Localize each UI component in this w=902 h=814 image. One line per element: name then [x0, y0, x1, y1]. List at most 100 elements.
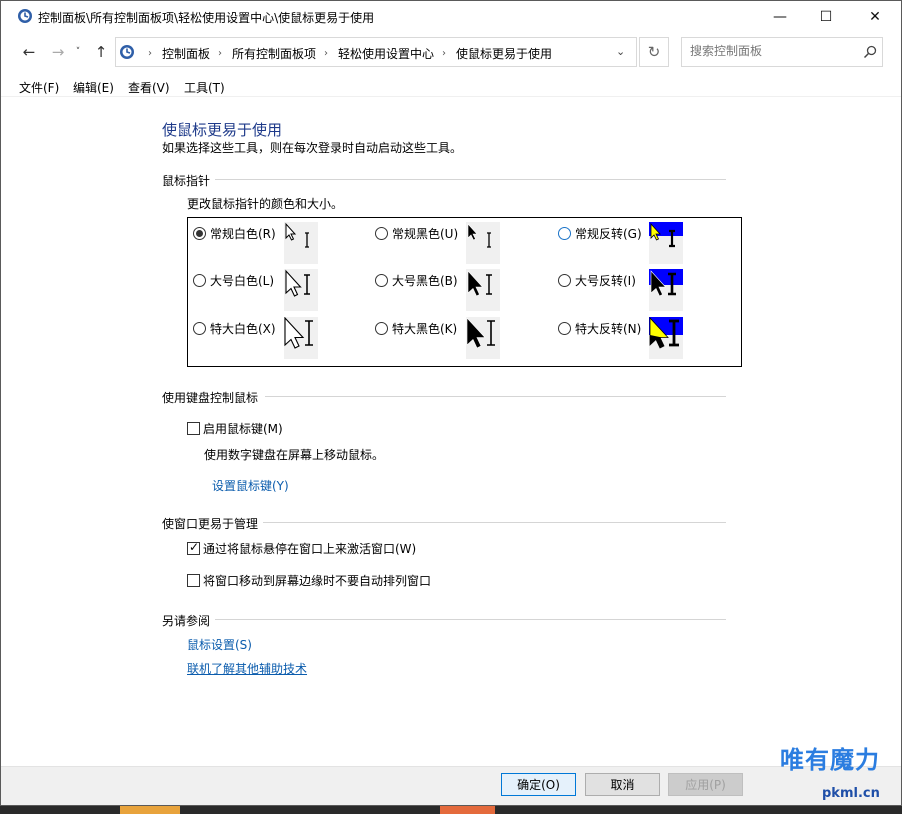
pointer-white-icon: [284, 316, 313, 349]
pointer-black-icon: [467, 270, 492, 297]
cursor-preview-large-inverse: [649, 269, 683, 311]
navigation-bar: ← → ˅ ↑ › 控制面板 › 所有控制面板项 › 轻松使用设置中心 › 使鼠…: [1, 34, 901, 70]
close-button[interactable]: ✕: [849, 1, 901, 32]
radio-label: 大号反转(I): [575, 274, 636, 288]
watermark-url: pkml.cn: [822, 786, 880, 801]
control-panel-icon: [120, 45, 134, 59]
breadcrumb: › 控制面板 › 所有控制面板项 › 轻松使用设置中心 › 使鼠标更易于使用: [140, 45, 552, 62]
cursor-preview-large-black: [466, 269, 500, 311]
breadcrumb-mouse-easier[interactable]: 使鼠标更易于使用: [456, 45, 552, 62]
window-title: 控制面板\所有控制面板项\轻松使用设置中心\使鼠标更易于使用: [38, 11, 375, 25]
radio-button[interactable]: [375, 274, 388, 287]
online-assistive-tech-link[interactable]: 联机了解其他辅助技术: [187, 660, 307, 677]
title-bar[interactable]: 控制面板\所有控制面板项\轻松使用设置中心\使鼠标更易于使用 — ☐ ✕: [1, 1, 901, 32]
pointer-white-icon: [285, 269, 310, 297]
radio-label: 大号黑色(B): [392, 274, 458, 288]
breadcrumb-separator-icon[interactable]: ›: [442, 48, 446, 59]
pointer-options-box: 常规白色(R) 常规黑色(U) 常规反转(G) 大号白色(L) 大号黑色(B) …: [187, 217, 742, 367]
radio-button[interactable]: [558, 227, 571, 240]
address-dropdown-icon[interactable]: ⌄: [616, 45, 625, 58]
cursor-preview-xl-inverse: [649, 316, 683, 359]
breadcrumb-separator-icon[interactable]: ›: [324, 48, 328, 59]
windows-group-header: 使窗口更易于管理: [162, 517, 259, 531]
forward-button[interactable]: →: [48, 42, 68, 62]
pointer-inverse-icon: [649, 222, 683, 264]
cancel-button[interactable]: 取消: [585, 773, 660, 796]
divider: [215, 619, 726, 620]
menu-view[interactable]: 查看(V): [128, 79, 170, 96]
up-button[interactable]: ↑: [91, 42, 111, 62]
breadcrumb-control-panel[interactable]: 控制面板: [162, 45, 210, 62]
cursor-preview-xl-black: [466, 317, 500, 359]
apply-button[interactable]: 应用(P): [668, 773, 743, 796]
search-icon[interactable]: [862, 44, 878, 60]
control-panel-icon: [18, 9, 32, 23]
menu-tools[interactable]: 工具(T): [184, 79, 225, 96]
pointer-group-header: 鼠标指针: [162, 174, 211, 188]
mouse-settings-link[interactable]: 鼠标设置(S): [187, 636, 252, 653]
menu-bar: 文件(F) 编辑(E) 查看(V) 工具(T): [1, 75, 901, 97]
divider: [215, 179, 726, 180]
menu-file[interactable]: 文件(F): [19, 79, 59, 96]
pointer-black-icon: [467, 223, 491, 248]
enable-mouse-keys-checkbox[interactable]: [187, 422, 200, 435]
prevent-snap-checkbox[interactable]: [187, 574, 200, 587]
breadcrumb-separator-icon[interactable]: ›: [218, 48, 222, 59]
radio-button[interactable]: [193, 322, 206, 335]
radio-label: 常规反转(G): [575, 227, 642, 241]
refresh-button[interactable]: ↻: [639, 37, 669, 67]
breadcrumb-ease-of-access[interactable]: 轻松使用设置中心: [338, 45, 434, 62]
pointer-white-icon: [285, 222, 309, 248]
mouse-keys-description: 使用数字键盘在屏幕上移动鼠标。: [204, 448, 385, 462]
radio-label: 大号白色(L): [210, 274, 275, 288]
recent-locations-button[interactable]: ˅: [71, 42, 85, 62]
cursor-preview-large-white: [284, 269, 318, 311]
radio-label: 特大反转(N): [575, 322, 642, 336]
radio-regular-inverse[interactable]: 常规反转(G): [558, 225, 642, 242]
keyboard-group-header: 使用键盘控制鼠标: [162, 391, 259, 405]
radio-button[interactable]: [558, 322, 571, 335]
see-also-header: 另请参阅: [162, 614, 211, 628]
breadcrumb-separator-icon[interactable]: ›: [148, 48, 152, 59]
radio-large-black[interactable]: 大号黑色(B): [375, 272, 458, 289]
radio-large-inverse[interactable]: 大号反转(I): [558, 272, 636, 289]
radio-button[interactable]: [558, 274, 571, 287]
back-button[interactable]: ←: [19, 42, 39, 62]
radio-label: 特大白色(X): [210, 322, 276, 336]
setup-mouse-keys-link[interactable]: 设置鼠标键(Y): [212, 477, 289, 494]
page-subtitle: 如果选择这些工具，则在每次登录时自动启动这些工具。: [162, 141, 463, 155]
radio-label: 常规黑色(U): [392, 227, 459, 241]
breadcrumb-all-items[interactable]: 所有控制面板项: [232, 45, 316, 62]
ok-button[interactable]: 确定(O): [501, 773, 576, 796]
hover-activate-option[interactable]: 通过将鼠标悬停在窗口上来激活窗口(W): [187, 540, 416, 557]
radio-extra-large-white[interactable]: 特大白色(X): [193, 320, 276, 337]
radio-button[interactable]: [375, 227, 388, 240]
radio-button[interactable]: [193, 274, 206, 287]
pointer-description: 更改鼠标指针的颜色和大小。: [187, 197, 344, 211]
pointer-inverse-icon: [649, 270, 683, 311]
radio-button[interactable]: [193, 227, 206, 240]
search-box[interactable]: [681, 37, 883, 67]
enable-mouse-keys-option[interactable]: 启用鼠标键(M): [187, 420, 283, 437]
cursor-preview-xl-white: [284, 316, 318, 359]
pointer-inverse-icon: [649, 316, 683, 359]
address-bar[interactable]: › 控制面板 › 所有控制面板项 › 轻松使用设置中心 › 使鼠标更易于使用 ⌄: [115, 37, 637, 67]
radio-label: 常规白色(R): [210, 227, 276, 241]
watermark-logo: 唯有魔力: [780, 746, 880, 774]
dialog-footer: 确定(O) 取消 应用(P): [1, 766, 901, 805]
page-title: 使鼠标更易于使用: [162, 121, 283, 139]
control-panel-window: 控制面板\所有控制面板项\轻松使用设置中心\使鼠标更易于使用 — ☐ ✕ ← →…: [0, 0, 902, 806]
radio-extra-large-inverse[interactable]: 特大反转(N): [558, 320, 641, 337]
menu-edit[interactable]: 编辑(E): [73, 79, 114, 96]
maximize-button[interactable]: ☐: [803, 1, 849, 32]
minimize-button[interactable]: —: [757, 1, 803, 32]
prevent-snap-option[interactable]: 将窗口移动到屏幕边缘时不要自动排列窗口: [187, 572, 431, 589]
radio-button[interactable]: [375, 322, 388, 335]
radio-regular-white[interactable]: 常规白色(R): [193, 225, 276, 242]
search-input[interactable]: [690, 44, 850, 58]
radio-large-white[interactable]: 大号白色(L): [193, 272, 274, 289]
radio-extra-large-black[interactable]: 特大黑色(K): [375, 320, 457, 337]
checkbox-label: 启用鼠标键(M): [203, 422, 283, 436]
radio-regular-black[interactable]: 常规黑色(U): [375, 225, 458, 242]
hover-activate-checkbox[interactable]: [187, 540, 200, 555]
